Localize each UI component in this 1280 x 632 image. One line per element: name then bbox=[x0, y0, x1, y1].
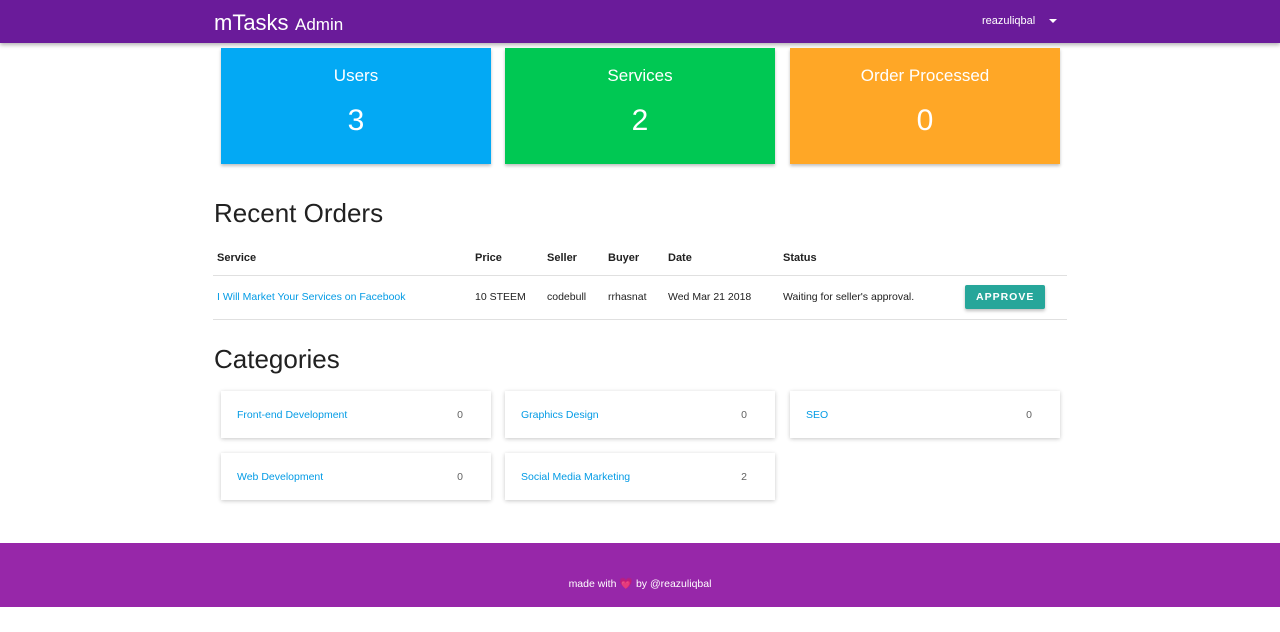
cell-service: I Will Market Your Services on Facebook bbox=[213, 275, 471, 320]
header-status: Status bbox=[779, 242, 961, 276]
header-seller: Seller bbox=[543, 242, 604, 276]
category-link[interactable]: Web Development bbox=[237, 471, 323, 483]
cell-action: APPROVE bbox=[961, 275, 1067, 320]
stat-label: Order Processed bbox=[860, 66, 990, 85]
footer: made with 💗 by @reazuliqbal bbox=[0, 543, 1280, 607]
footer-credit: made with 💗 by @reazuliqbal bbox=[0, 577, 1280, 590]
category-card: Social Media Marketing 2 bbox=[505, 453, 775, 500]
cell-date: Wed Mar 21 2018 bbox=[664, 275, 779, 320]
category-link[interactable]: Front-end Development bbox=[237, 409, 347, 421]
brand-sub: Admin bbox=[295, 15, 344, 34]
category-card: Web Development 0 bbox=[221, 453, 491, 500]
category-card: Graphics Design 0 bbox=[505, 391, 775, 438]
stat-card-services: Services 2 bbox=[505, 48, 775, 164]
category-card: Front-end Development 0 bbox=[221, 391, 491, 438]
cell-seller: codebull bbox=[543, 275, 604, 320]
user-dropdown[interactable]: reazuliqbal bbox=[982, 15, 1058, 27]
table-row: I Will Market Your Services on Facebook … bbox=[213, 275, 1067, 320]
stat-label: Users bbox=[333, 66, 379, 85]
category-link[interactable]: Social Media Marketing bbox=[521, 471, 630, 483]
table-header-row: Service Price Seller Buyer Date Status bbox=[213, 242, 1067, 276]
stat-card-orders-processed: Order Processed 0 bbox=[790, 48, 1060, 164]
category-link[interactable]: Graphics Design bbox=[521, 409, 599, 421]
header-service: Service bbox=[213, 242, 471, 276]
navbar: mTasks Admin reazuliqbal bbox=[0, 0, 1280, 43]
stat-label: Services bbox=[607, 66, 673, 85]
category-link[interactable]: SEO bbox=[806, 409, 828, 421]
footer-suffix: by @reazuliqbal bbox=[635, 578, 712, 590]
orders-table: Service Price Seller Buyer Date Status I… bbox=[213, 242, 1067, 320]
cell-status: Waiting for seller's approval. bbox=[779, 275, 961, 320]
category-card: SEO 0 bbox=[790, 391, 1060, 438]
header-date: Date bbox=[664, 242, 779, 276]
stat-card-users: Users 3 bbox=[221, 48, 491, 164]
cell-buyer: rrhasnat bbox=[604, 275, 664, 320]
category-count: 0 bbox=[457, 409, 463, 421]
category-count: 0 bbox=[457, 471, 463, 483]
header-buyer: Buyer bbox=[604, 242, 664, 276]
service-link[interactable]: I Will Market Your Services on Facebook bbox=[217, 291, 406, 303]
footer-prefix: made with bbox=[568, 578, 617, 590]
stat-value: 0 bbox=[916, 104, 934, 137]
approve-button[interactable]: APPROVE bbox=[965, 285, 1046, 309]
stat-value: 3 bbox=[347, 104, 365, 137]
brand-logo[interactable]: mTasks Admin bbox=[214, 10, 343, 36]
category-count: 2 bbox=[741, 471, 747, 483]
header-action bbox=[961, 242, 1067, 276]
stat-value: 2 bbox=[631, 104, 649, 137]
heart-icon: 💗 bbox=[619, 578, 634, 590]
categories-title: Categories bbox=[214, 344, 340, 374]
caret-down-icon bbox=[1049, 19, 1058, 23]
recent-orders-title: Recent Orders bbox=[214, 198, 384, 228]
category-count: 0 bbox=[741, 409, 747, 421]
brand-main: mTasks bbox=[214, 10, 289, 35]
category-count: 0 bbox=[1026, 409, 1032, 421]
cell-price: 10 STEEM bbox=[471, 275, 543, 320]
username-label: reazuliqbal bbox=[982, 15, 1036, 27]
header-price: Price bbox=[471, 242, 543, 276]
